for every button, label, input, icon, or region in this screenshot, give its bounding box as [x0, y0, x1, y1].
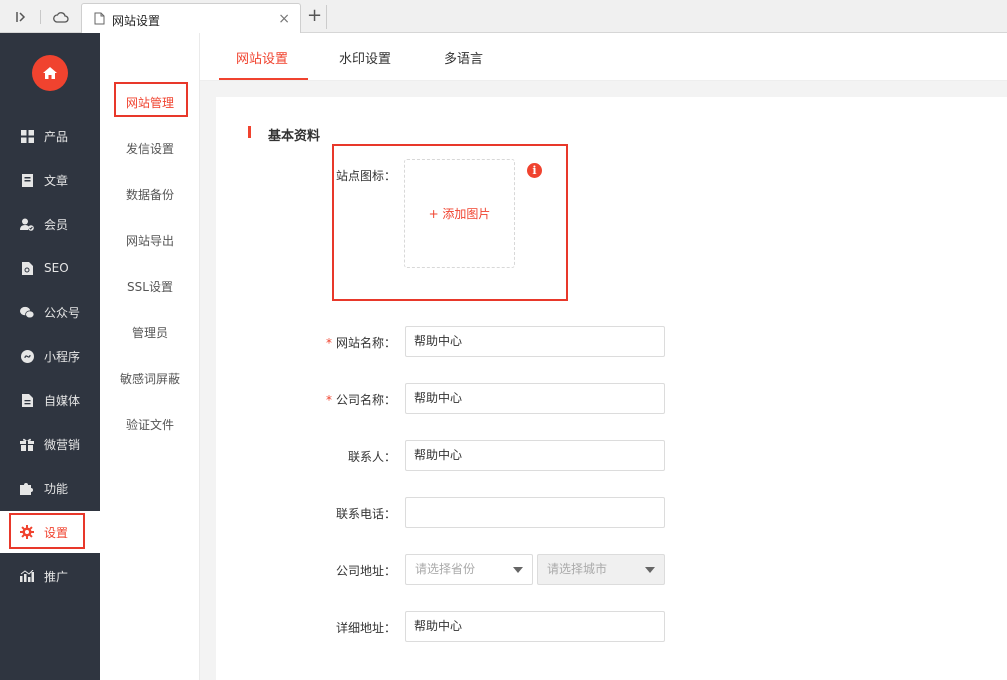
province-placeholder: 请选择省份 — [415, 562, 476, 576]
sidebar-item-mini-program[interactable]: 小程序 — [0, 338, 100, 374]
chart-icon — [20, 569, 34, 583]
sidebar-item-media[interactable]: 自媒体 — [0, 382, 100, 418]
site-name-label: * 网站名称： — [325, 336, 396, 350]
sidebar-item-promotion[interactable]: 推广 — [0, 558, 100, 594]
phone-input[interactable] — [405, 497, 665, 528]
company-name-input[interactable]: 帮助中心 — [405, 383, 665, 414]
cloud-icon[interactable] — [50, 6, 72, 28]
sidebar-item-label: 公众号 — [44, 305, 81, 320]
city-placeholder: 请选择城市 — [547, 562, 608, 576]
sidebar-item-seo[interactable]: SEO — [0, 250, 100, 286]
logo-label: 站点图标： — [335, 169, 396, 183]
sidebar-item-members[interactable]: 会员 — [0, 206, 100, 242]
media-file-icon — [20, 393, 34, 407]
chevron-down-icon — [513, 567, 523, 573]
detail-address-input[interactable]: 帮助中心 — [405, 611, 665, 642]
sidebar-item-settings[interactable]: 设置 — [0, 511, 100, 553]
browser-toolbar: 网站设置 × + — [0, 0, 1007, 34]
submenu-item-verify-file[interactable]: 验证文件 — [100, 416, 200, 433]
puzzle-icon — [20, 481, 34, 495]
sidebar-item-label: SEO — [44, 261, 69, 275]
site-name-input[interactable]: 帮助中心 — [405, 326, 665, 357]
browser-tab[interactable]: 网站设置 × — [81, 3, 301, 34]
home-button[interactable] — [32, 55, 68, 91]
seo-file-icon — [20, 261, 34, 275]
submenu-item-sensitive-words[interactable]: 敏感词屏蔽 — [100, 370, 200, 387]
page-icon — [94, 12, 105, 28]
document-icon — [20, 173, 34, 187]
sidebar-item-label: 小程序 — [44, 349, 81, 364]
section-title: 基本资料 — [268, 129, 321, 144]
province-select[interactable]: 请选择省份 — [405, 554, 533, 585]
sidebar-item-products[interactable]: 产品 — [0, 118, 100, 154]
city-select[interactable]: 请选择城市 — [537, 554, 665, 585]
toolbar-separator — [40, 10, 41, 24]
sidebar-toggle-icon[interactable] — [10, 6, 32, 28]
sidebar-item-label: 会员 — [44, 217, 69, 232]
tab-close-icon[interactable]: × — [278, 11, 290, 27]
company-name-label: * 公司名称： — [325, 393, 396, 407]
phone-label: 联系电话： — [335, 507, 396, 521]
home-icon — [43, 67, 57, 79]
main-sidebar: 产品 文章 会员 SEO 公众号 小程序 自媒体 微营销 功能 设置 推广 — [0, 33, 100, 680]
sidebar-item-label: 推广 — [44, 569, 69, 584]
logo-upload-area[interactable]: + 添加图片 — [404, 159, 515, 268]
required-mark: * — [325, 336, 332, 350]
tab-multi-language[interactable]: 多语言 — [444, 48, 483, 67]
sidebar-item-label: 功能 — [44, 481, 69, 496]
submenu-item-ssl-settings[interactable]: SSL设置 — [100, 278, 200, 295]
new-tab-button[interactable]: + — [303, 5, 327, 29]
settings-submenu: 网站管理 发信设置 数据备份 网站导出 SSL设置 管理员 敏感词屏蔽 验证文件 — [100, 33, 200, 680]
sidebar-item-label: 自媒体 — [44, 393, 81, 408]
submenu-item-site-export[interactable]: 网站导出 — [100, 232, 200, 249]
sidebar-item-label: 微营销 — [44, 437, 81, 452]
grid-icon — [20, 129, 34, 143]
chevron-down-icon — [645, 567, 655, 573]
submenu-item-data-backup[interactable]: 数据备份 — [100, 186, 200, 203]
gift-icon — [20, 437, 34, 451]
submenu-item-mail-settings[interactable]: 发信设置 — [100, 140, 200, 157]
sidebar-item-wechat[interactable]: 公众号 — [0, 294, 100, 330]
address-label: 公司地址： — [335, 564, 396, 578]
submenu-item-administrators[interactable]: 管理员 — [100, 324, 200, 341]
submenu-item-site-management[interactable]: 网站管理 — [100, 94, 200, 111]
tab-site-settings[interactable]: 网站设置 — [236, 48, 288, 67]
wechat-icon — [20, 305, 34, 319]
tab-watermark-settings[interactable]: 水印设置 — [339, 48, 391, 67]
user-check-icon — [20, 217, 34, 231]
contact-label: 联系人： — [347, 450, 396, 464]
sidebar-item-marketing[interactable]: 微营销 — [0, 426, 100, 462]
sidebar-item-label: 文章 — [44, 173, 69, 188]
sidebar-item-features[interactable]: 功能 — [0, 470, 100, 506]
active-tab-indicator — [219, 78, 308, 80]
detail-address-label: 详细地址： — [335, 621, 396, 635]
info-icon[interactable]: i — [527, 163, 542, 178]
highlight-outline — [9, 513, 85, 549]
basic-info-form: 基本资料 站点图标： + 添加图片 i * 网站名称： 帮助中心 * 公司名称： 帮… — [216, 97, 1007, 680]
tab-title: 网站设置 — [112, 14, 161, 28]
sidebar-item-label: 产品 — [44, 129, 69, 144]
add-image-text: + 添加图片 — [428, 207, 491, 221]
settings-tabs: 网站设置 水印设置 多语言 — [200, 33, 1007, 81]
sidebar-item-articles[interactable]: 文章 — [0, 162, 100, 198]
section-marker — [248, 126, 251, 138]
required-mark: * — [325, 393, 332, 407]
contact-input[interactable]: 帮助中心 — [405, 440, 665, 471]
mini-program-icon — [20, 349, 34, 363]
